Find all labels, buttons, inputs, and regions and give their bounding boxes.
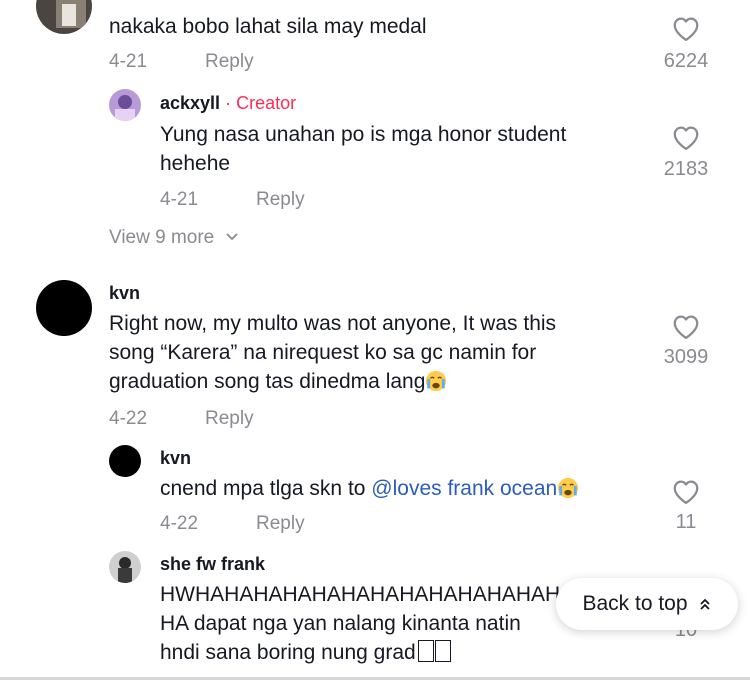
like-count: 3099 xyxy=(663,346,709,368)
comment-date: 4-21 xyxy=(109,51,148,72)
commenter-avatar[interactable] xyxy=(36,280,92,336)
view-more-label[interactable]: View 9 more xyxy=(109,227,214,248)
reply-button[interactable]: Reply xyxy=(205,51,254,73)
like-heart-icon[interactable] xyxy=(671,14,701,42)
reply-text-line-1: Yung nasa unahan po is mga honor student xyxy=(160,123,567,146)
reply-text-line-2: hehehe xyxy=(160,152,231,175)
crying-face-emoji-icon xyxy=(425,370,447,392)
comment-text-line-3: graduation song tas dinedma lang xyxy=(109,367,447,396)
comment-text-line-2: song “Karera” na nirequest ko sa gc nami… xyxy=(109,341,537,364)
missing-glyph-icon xyxy=(417,640,434,662)
view-more-replies[interactable]: View 9 more xyxy=(109,227,238,249)
reply-text: hndi sana boring nung grad xyxy=(160,641,416,664)
comment-username[interactable]: kvn xyxy=(109,283,140,304)
commenter-avatar[interactable] xyxy=(36,0,92,34)
reply-username[interactable]: kvn xyxy=(160,448,191,469)
like-heart-icon[interactable] xyxy=(671,477,701,505)
like-heart-icon[interactable] xyxy=(671,123,701,151)
reply-avatar[interactable] xyxy=(109,445,141,477)
crying-face-emoji-icon xyxy=(557,477,579,499)
like-count: 2183 xyxy=(663,158,709,180)
mention-link[interactable]: @loves frank ocean xyxy=(371,477,557,500)
missing-glyph-icon xyxy=(434,640,451,662)
like-count: 6224 xyxy=(663,50,709,72)
reply-text-line-2: HA dapat nga yan nalang kinanta natin xyxy=(160,612,521,635)
chevron-up-icon xyxy=(699,598,710,610)
like-count: 11 xyxy=(675,511,697,533)
back-to-top-button[interactable]: Back to top xyxy=(556,578,738,630)
reply-text: cnend mpa tlga skn to @loves frank ocean xyxy=(160,474,579,503)
creator-badge: · Creator xyxy=(225,93,297,113)
reply-button[interactable]: Reply xyxy=(256,189,305,211)
reply-button[interactable]: Reply xyxy=(205,408,254,430)
comment-date: 4-22 xyxy=(109,408,148,429)
chevron-down-icon xyxy=(225,233,238,241)
comment-text-line-1: Right now, my multo was not anyone, It w… xyxy=(109,312,557,335)
reply-date: 4-22 xyxy=(160,513,199,534)
reply-text-line-3: hndi sana boring nung grad xyxy=(160,638,451,667)
reply-username[interactable]: ackxyll · Creator xyxy=(160,93,296,114)
reply-date: 4-21 xyxy=(160,189,199,210)
reply-button[interactable]: Reply xyxy=(256,513,305,535)
reply-text-prefix: cnend mpa tlga skn to xyxy=(160,477,372,500)
comment-text: graduation song tas dinedma lang xyxy=(109,370,426,393)
username[interactable]: ackxyll xyxy=(160,93,220,113)
comment-text: nakaka bobo lahat sila may medal xyxy=(109,15,427,38)
reply-avatar[interactable] xyxy=(109,89,141,121)
back-to-top-label[interactable]: Back to top xyxy=(582,592,687,616)
reply-text-line-1: HWHAHAHAHAHAHAHAHAHAHAHAHAH xyxy=(160,583,561,606)
reply-username[interactable]: she fw frank xyxy=(160,554,265,575)
reply-avatar[interactable] xyxy=(109,551,141,583)
like-heart-icon[interactable] xyxy=(671,312,701,340)
